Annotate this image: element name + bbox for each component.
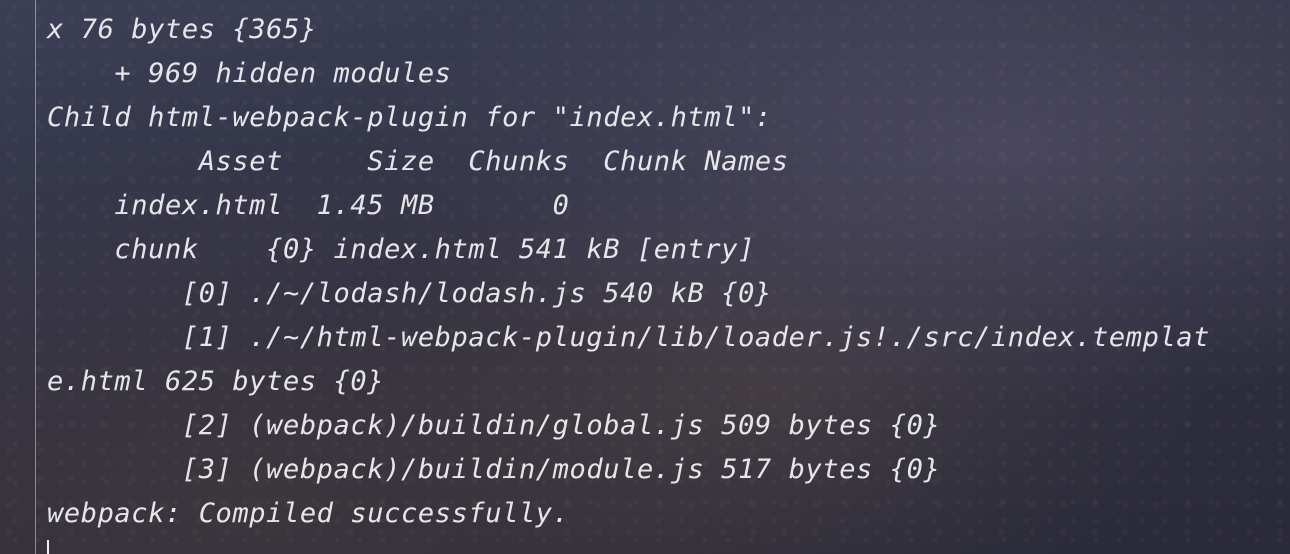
table-header-line: Asset Size Chunks Chunk Names bbox=[47, 146, 789, 177]
module-line-wrap: e.html 625 bytes {0} bbox=[47, 366, 385, 397]
terminal-output: x 76 bytes {365} + 969 hidden modules Ch… bbox=[47, 8, 1290, 536]
pane-divider bbox=[35, 0, 36, 554]
status-line: webpack: Compiled successfully. bbox=[47, 498, 570, 529]
module-line: [1] ./~/html-webpack-plugin/lib/loader.j… bbox=[47, 322, 1211, 353]
output-line: Child html-webpack-plugin for "index.htm… bbox=[47, 102, 772, 133]
text-cursor bbox=[47, 540, 49, 554]
output-line: chunk {0} index.html 541 kB [entry] bbox=[47, 234, 755, 265]
terminal-window[interactable]: x 76 bytes {365} + 969 hidden modules Ch… bbox=[0, 0, 1290, 554]
module-line: [0] ./~/lodash/lodash.js 540 kB {0} bbox=[47, 278, 772, 309]
output-line: + 969 hidden modules bbox=[47, 58, 452, 89]
module-line: [3] (webpack)/buildin/module.js 517 byte… bbox=[47, 454, 941, 485]
output-line: x 76 bytes {365} bbox=[47, 14, 317, 45]
module-line: [2] (webpack)/buildin/global.js 509 byte… bbox=[47, 410, 941, 441]
table-row: index.html 1.45 MB 0 bbox=[47, 190, 570, 221]
